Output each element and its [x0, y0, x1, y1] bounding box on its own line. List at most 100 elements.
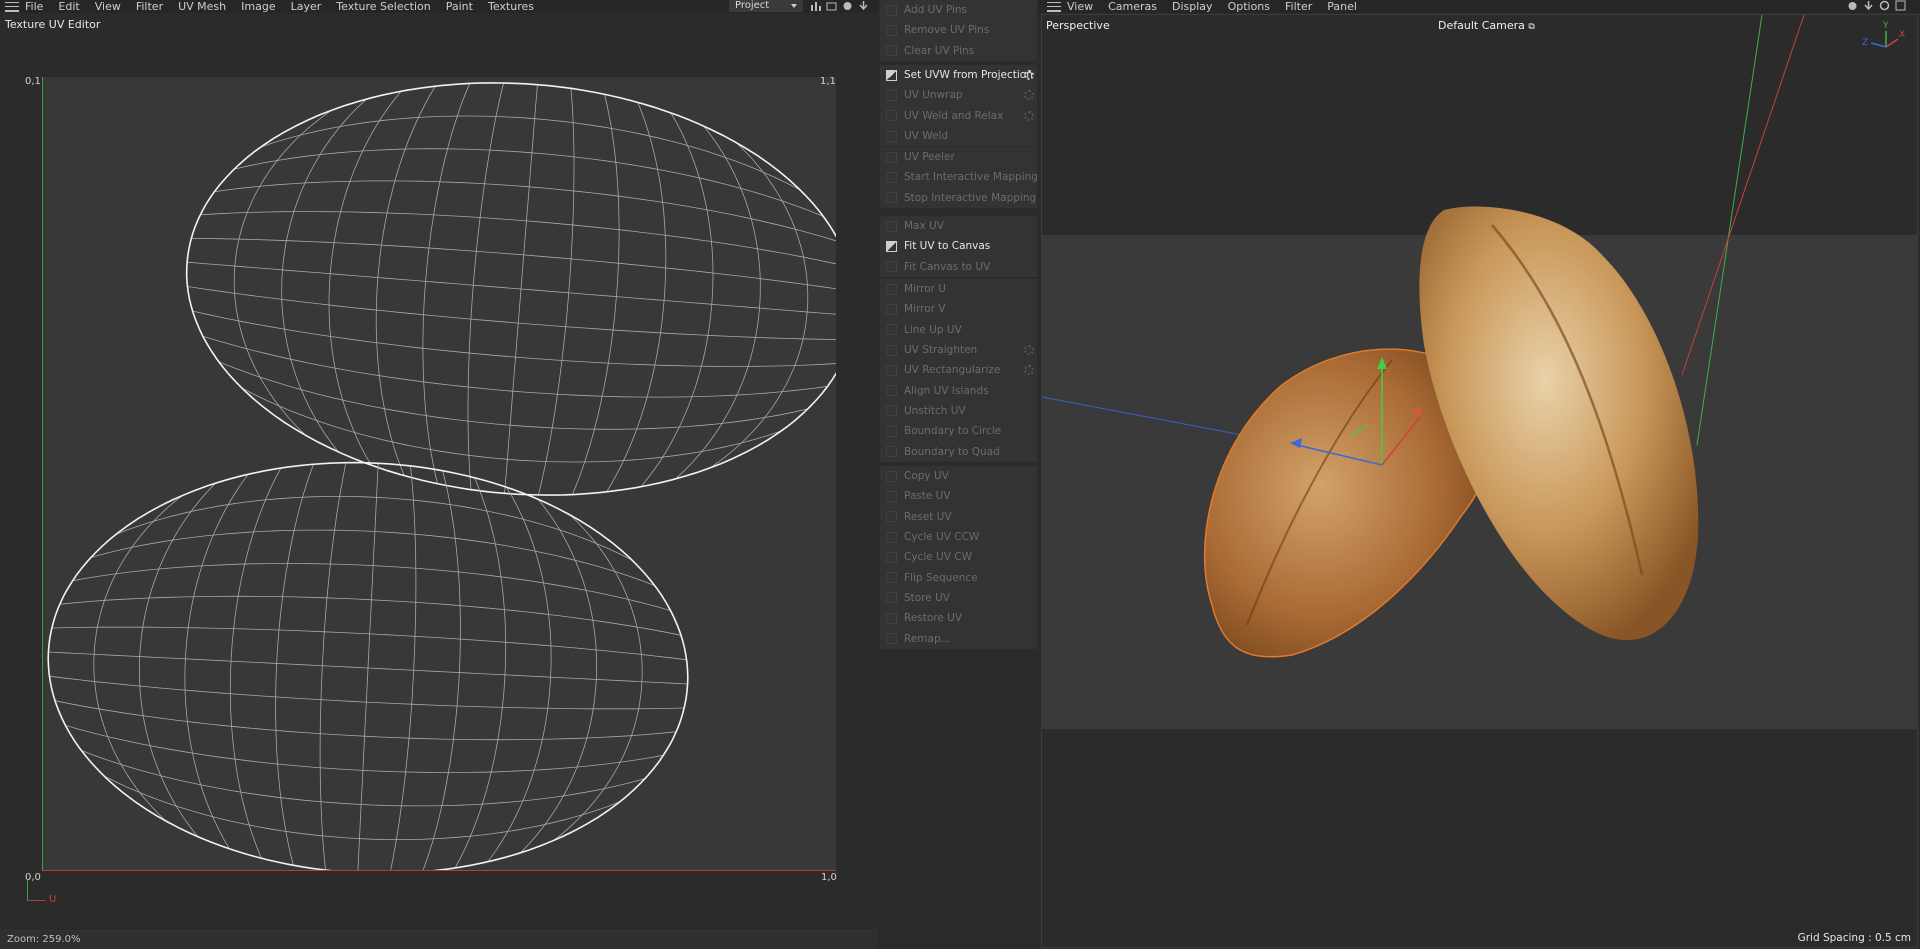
- uv-weld-icon: [886, 130, 897, 142]
- command-group-1: Add UV Pins Remove UV Pins Clear UV Pins: [880, 0, 1037, 61]
- axis-y-label: Y: [1883, 21, 1889, 31]
- gear-icon[interactable]: [1024, 344, 1034, 355]
- corner-label-bottom-left: 0,0: [25, 872, 41, 883]
- mirror-v-icon: [886, 303, 897, 315]
- scene-drawing: [1042, 15, 1899, 658]
- camera-icon: ⧉: [1528, 22, 1535, 32]
- command-label: Remove UV Pins: [904, 24, 990, 37]
- vp-menu-display[interactable]: Display: [1172, 0, 1213, 13]
- add-uv-pins-icon: [886, 4, 897, 16]
- vp-menu-options[interactable]: Options: [1228, 0, 1270, 13]
- command-label: Mirror U: [904, 283, 946, 296]
- gear-icon[interactable]: [1024, 90, 1034, 101]
- bread-object[interactable]: [1419, 206, 1699, 641]
- command-boundary-to-quad[interactable]: Boundary to Quad: [880, 441, 1037, 461]
- command-uv-straighten[interactable]: UV Straighten: [880, 340, 1037, 360]
- command-label: Stop Interactive Mapping: [904, 191, 1037, 204]
- camera-name: Default Camera: [1438, 19, 1525, 32]
- command-paste-uv[interactable]: Paste UV: [880, 486, 1037, 506]
- maximize-icon[interactable]: [1895, 0, 1906, 11]
- command-fit-uv-to-canvas[interactable]: Fit UV to Canvas: [880, 236, 1037, 256]
- vp-menu-view[interactable]: View: [1067, 0, 1093, 13]
- command-uv-weld[interactable]: UV Weld: [880, 126, 1037, 146]
- unstitch-uv-icon: [886, 405, 897, 417]
- command-uv-rectangularize[interactable]: UV Rectangularize: [880, 360, 1037, 380]
- restore-uv-icon: [886, 612, 897, 624]
- align-uv-islands-icon: [886, 385, 897, 397]
- rotate-icon[interactable]: [1879, 0, 1890, 11]
- command-group-2: Set UVW from Projection UV Unwrap UV Weld …: [880, 65, 1037, 147]
- viewport-canvas[interactable]: Y X Z Perspective Default Camera ⧉ Grid …: [1041, 14, 1918, 948]
- viewport-menubar: View Cameras Display Options Filter Pane…: [1039, 0, 1920, 13]
- viewport-menu-icon[interactable]: [1047, 1, 1061, 12]
- remove-uv-pins-icon: [886, 24, 897, 36]
- command-label: Store UV: [904, 591, 950, 604]
- command-group-6: Copy UV Paste UV Reset UV Cycle UV CCW Cycle…: [880, 466, 1037, 649]
- command-label: UV Unwrap: [904, 89, 963, 102]
- command-clear-uv-pins[interactable]: Clear UV Pins: [880, 41, 1037, 61]
- grid-spacing-readout: Grid Spacing : 0.5 cm: [1797, 932, 1911, 944]
- command-uv-weld-and-relax[interactable]: UV Weld and Relax: [880, 106, 1037, 126]
- command-label: Align UV Islands: [904, 384, 989, 397]
- command-cycle-uv-cw[interactable]: Cycle UV CW: [880, 547, 1037, 567]
- vp-menu-panel[interactable]: Panel: [1327, 0, 1357, 13]
- command-label: Boundary to Circle: [904, 425, 1002, 438]
- command-mirror-v[interactable]: Mirror V: [880, 299, 1037, 319]
- axis-z-label: Z: [1862, 38, 1869, 48]
- fit-uv-to-canvas-icon: [886, 240, 897, 252]
- command-reset-uv[interactable]: Reset UV: [880, 507, 1037, 527]
- command-remove-uv-pins[interactable]: Remove UV Pins: [880, 20, 1037, 40]
- set-uvw-from-projection-icon: [886, 69, 897, 81]
- command-label: Fit UV to Canvas: [904, 240, 991, 253]
- command-stop-interactive-mapping[interactable]: Stop Interactive Mapping: [880, 188, 1037, 208]
- command-label: Remap...: [904, 632, 951, 645]
- command-copy-uv[interactable]: Copy UV: [880, 466, 1037, 486]
- command-uv-peeler[interactable]: UV Peeler: [880, 147, 1037, 167]
- uv-weld-and-relax-icon: [886, 110, 897, 122]
- command-label: Unstitch UV: [904, 404, 966, 417]
- command-unstitch-uv[interactable]: Unstitch UV: [880, 401, 1037, 421]
- command-set-uvw-from-projection[interactable]: Set UVW from Projection: [880, 65, 1037, 85]
- command-start-interactive-mapping[interactable]: Start Interactive Mapping: [880, 167, 1038, 187]
- line-up-uv-icon: [886, 324, 897, 336]
- command-group-3: UV Peeler Start Interactive Mapping Stop I…: [880, 147, 1038, 208]
- stop-interactive-mapping-icon: [886, 192, 897, 204]
- boundary-to-circle-icon: [886, 425, 897, 437]
- command-label: Paste UV: [904, 490, 951, 503]
- command-cycle-uv-ccw[interactable]: Cycle UV CCW: [880, 527, 1037, 547]
- command-boundary-to-circle[interactable]: Boundary to Circle: [880, 421, 1037, 441]
- clear-uv-pins-icon: [886, 45, 897, 57]
- mirror-u-icon: [886, 283, 897, 295]
- gear-icon[interactable]: [1024, 365, 1034, 376]
- command-flip-sequence[interactable]: Flip Sequence: [880, 567, 1037, 587]
- vp-menu-filter[interactable]: Filter: [1285, 0, 1312, 13]
- command-store-uv[interactable]: Store UV: [880, 588, 1037, 608]
- uv-axes: [27, 77, 836, 901]
- command-restore-uv[interactable]: Restore UV: [880, 608, 1037, 628]
- gear-icon[interactable]: [1024, 70, 1034, 80]
- command-line-up-uv[interactable]: Line Up UV: [880, 320, 1037, 340]
- command-fit-canvas-to-uv[interactable]: Fit Canvas to UV: [880, 257, 1037, 277]
- viewport-label: Perspective: [1046, 19, 1110, 32]
- corner-label-top-right: 1,1: [820, 76, 836, 87]
- vp-menu-cameras[interactable]: Cameras: [1108, 0, 1157, 13]
- pan-icon[interactable]: [1847, 0, 1858, 11]
- cycle-uv-ccw-icon: [886, 531, 897, 543]
- uv-straighten-icon: [886, 344, 897, 356]
- corner-label-bottom-right: 1,0: [821, 872, 837, 883]
- dolly-icon[interactable]: [1863, 0, 1874, 11]
- flip-sequence-icon: [886, 572, 897, 584]
- camera-label[interactable]: Default Camera ⧉: [1438, 19, 1535, 32]
- command-label: UV Peeler: [904, 151, 955, 164]
- command-add-uv-pins[interactable]: Add UV Pins: [880, 0, 1037, 20]
- command-label: Boundary to Quad: [904, 445, 1000, 458]
- command-mirror-u[interactable]: Mirror U: [880, 279, 1037, 299]
- command-max-uv[interactable]: Max UV: [880, 216, 1037, 236]
- axis-triad-icon: [1870, 31, 1899, 48]
- copy-uv-icon: [886, 470, 897, 482]
- command-uv-unwrap[interactable]: UV Unwrap: [880, 85, 1037, 105]
- command-remap[interactable]: Remap...: [880, 628, 1037, 648]
- gear-icon[interactable]: [1024, 110, 1034, 121]
- axis-x-label: X: [1899, 30, 1906, 40]
- command-align-uv-islands[interactable]: Align UV Islands: [880, 380, 1037, 400]
